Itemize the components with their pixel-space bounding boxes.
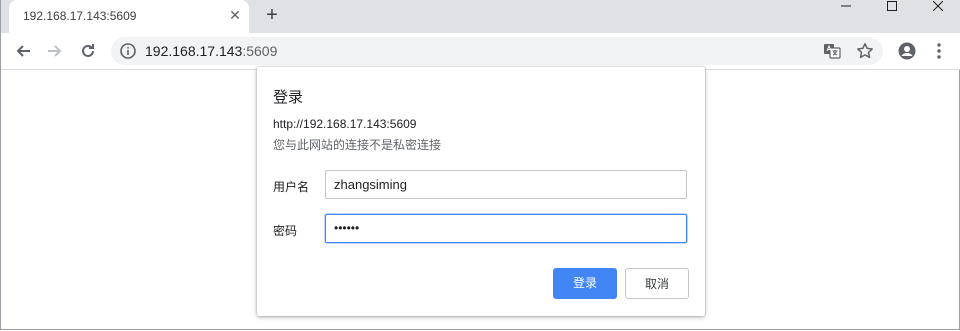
username-field[interactable]: zhangsiming	[325, 170, 687, 199]
username-label: 用户名	[273, 180, 310, 194]
info-icon[interactable]	[120, 43, 136, 59]
auth-dialog: 登录 http://192.168.17.143:5609 您与此网站的连接不是…	[257, 67, 705, 316]
tab-title: 192.168.17.143:5609	[23, 9, 137, 23]
window-minimize-icon[interactable]	[823, 0, 869, 12]
toolbar: 192.168.17.143:5609	[1, 33, 960, 70]
password-label: 密码	[273, 224, 298, 238]
url-text[interactable]: 192.168.17.143:5609	[145, 43, 277, 59]
window-close-icon[interactable]	[915, 0, 960, 12]
dialog-warning: 您与此网站的连接不是私密连接	[273, 138, 442, 152]
window-maximize-icon[interactable]	[869, 0, 915, 12]
url-host: 192.168.17.143	[145, 43, 243, 59]
tab-strip: 192.168.17.143:5609 ✕ +	[1, 0, 960, 33]
profile-icon[interactable]	[897, 41, 917, 61]
dialog-origin: http://192.168.17.143:5609	[273, 117, 417, 131]
back-arrow-icon[interactable]	[13, 41, 33, 61]
new-tab-icon[interactable]: +	[263, 5, 281, 25]
cancel-button[interactable]: 取消	[625, 268, 689, 299]
login-button[interactable]: 登录	[553, 268, 617, 299]
forward-arrow-icon[interactable]	[45, 41, 65, 61]
translate-icon[interactable]	[823, 42, 841, 60]
tab-active[interactable]: 192.168.17.143:5609 ✕	[9, 0, 249, 33]
menu-dots-icon[interactable]	[929, 41, 949, 61]
password-field[interactable]: ••••••	[325, 214, 687, 243]
tab-close-icon[interactable]: ✕	[227, 7, 243, 23]
url-port: :5609	[242, 43, 278, 59]
reload-icon[interactable]	[78, 41, 98, 61]
bookmark-star-icon[interactable]	[856, 42, 874, 60]
dialog-title: 登录	[273, 89, 304, 106]
address-bar[interactable]: 192.168.17.143:5609	[111, 37, 883, 65]
browser-window: 192.168.17.143:5609 ✕ + 192.168.17.143:5	[0, 0, 960, 330]
